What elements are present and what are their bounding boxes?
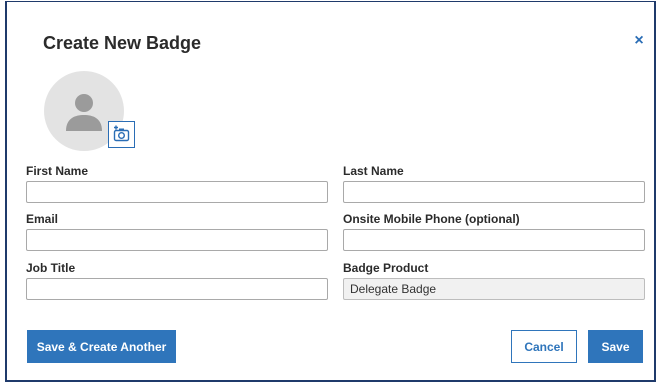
badge-product-field [343, 278, 645, 300]
create-badge-dialog: Create New Badge × First Name Last Name … [5, 1, 656, 382]
first-name-field[interactable] [26, 181, 328, 203]
upload-photo-button[interactable] [108, 121, 135, 148]
last-name-field[interactable] [343, 181, 645, 203]
email-label: Email [26, 212, 59, 226]
email-field[interactable] [26, 229, 328, 251]
save-create-another-button[interactable]: Save & Create Another [27, 330, 176, 363]
first-name-label: First Name [26, 164, 89, 178]
dialog-title: Create New Badge [43, 33, 202, 53]
badge-product-label: Badge Product [343, 261, 429, 275]
last-name-label: Last Name [343, 164, 404, 178]
close-icon[interactable]: × [631, 33, 647, 49]
job-title-field[interactable] [26, 278, 328, 300]
save-button[interactable]: Save [588, 330, 643, 363]
job-title-label: Job Title [26, 261, 76, 275]
camera-add-icon [113, 125, 130, 142]
cancel-button[interactable]: Cancel [511, 330, 577, 363]
user-silhouette-icon [66, 94, 102, 131]
phone-field[interactable] [343, 229, 645, 251]
phone-label: Onsite Mobile Phone (optional) [343, 212, 520, 226]
